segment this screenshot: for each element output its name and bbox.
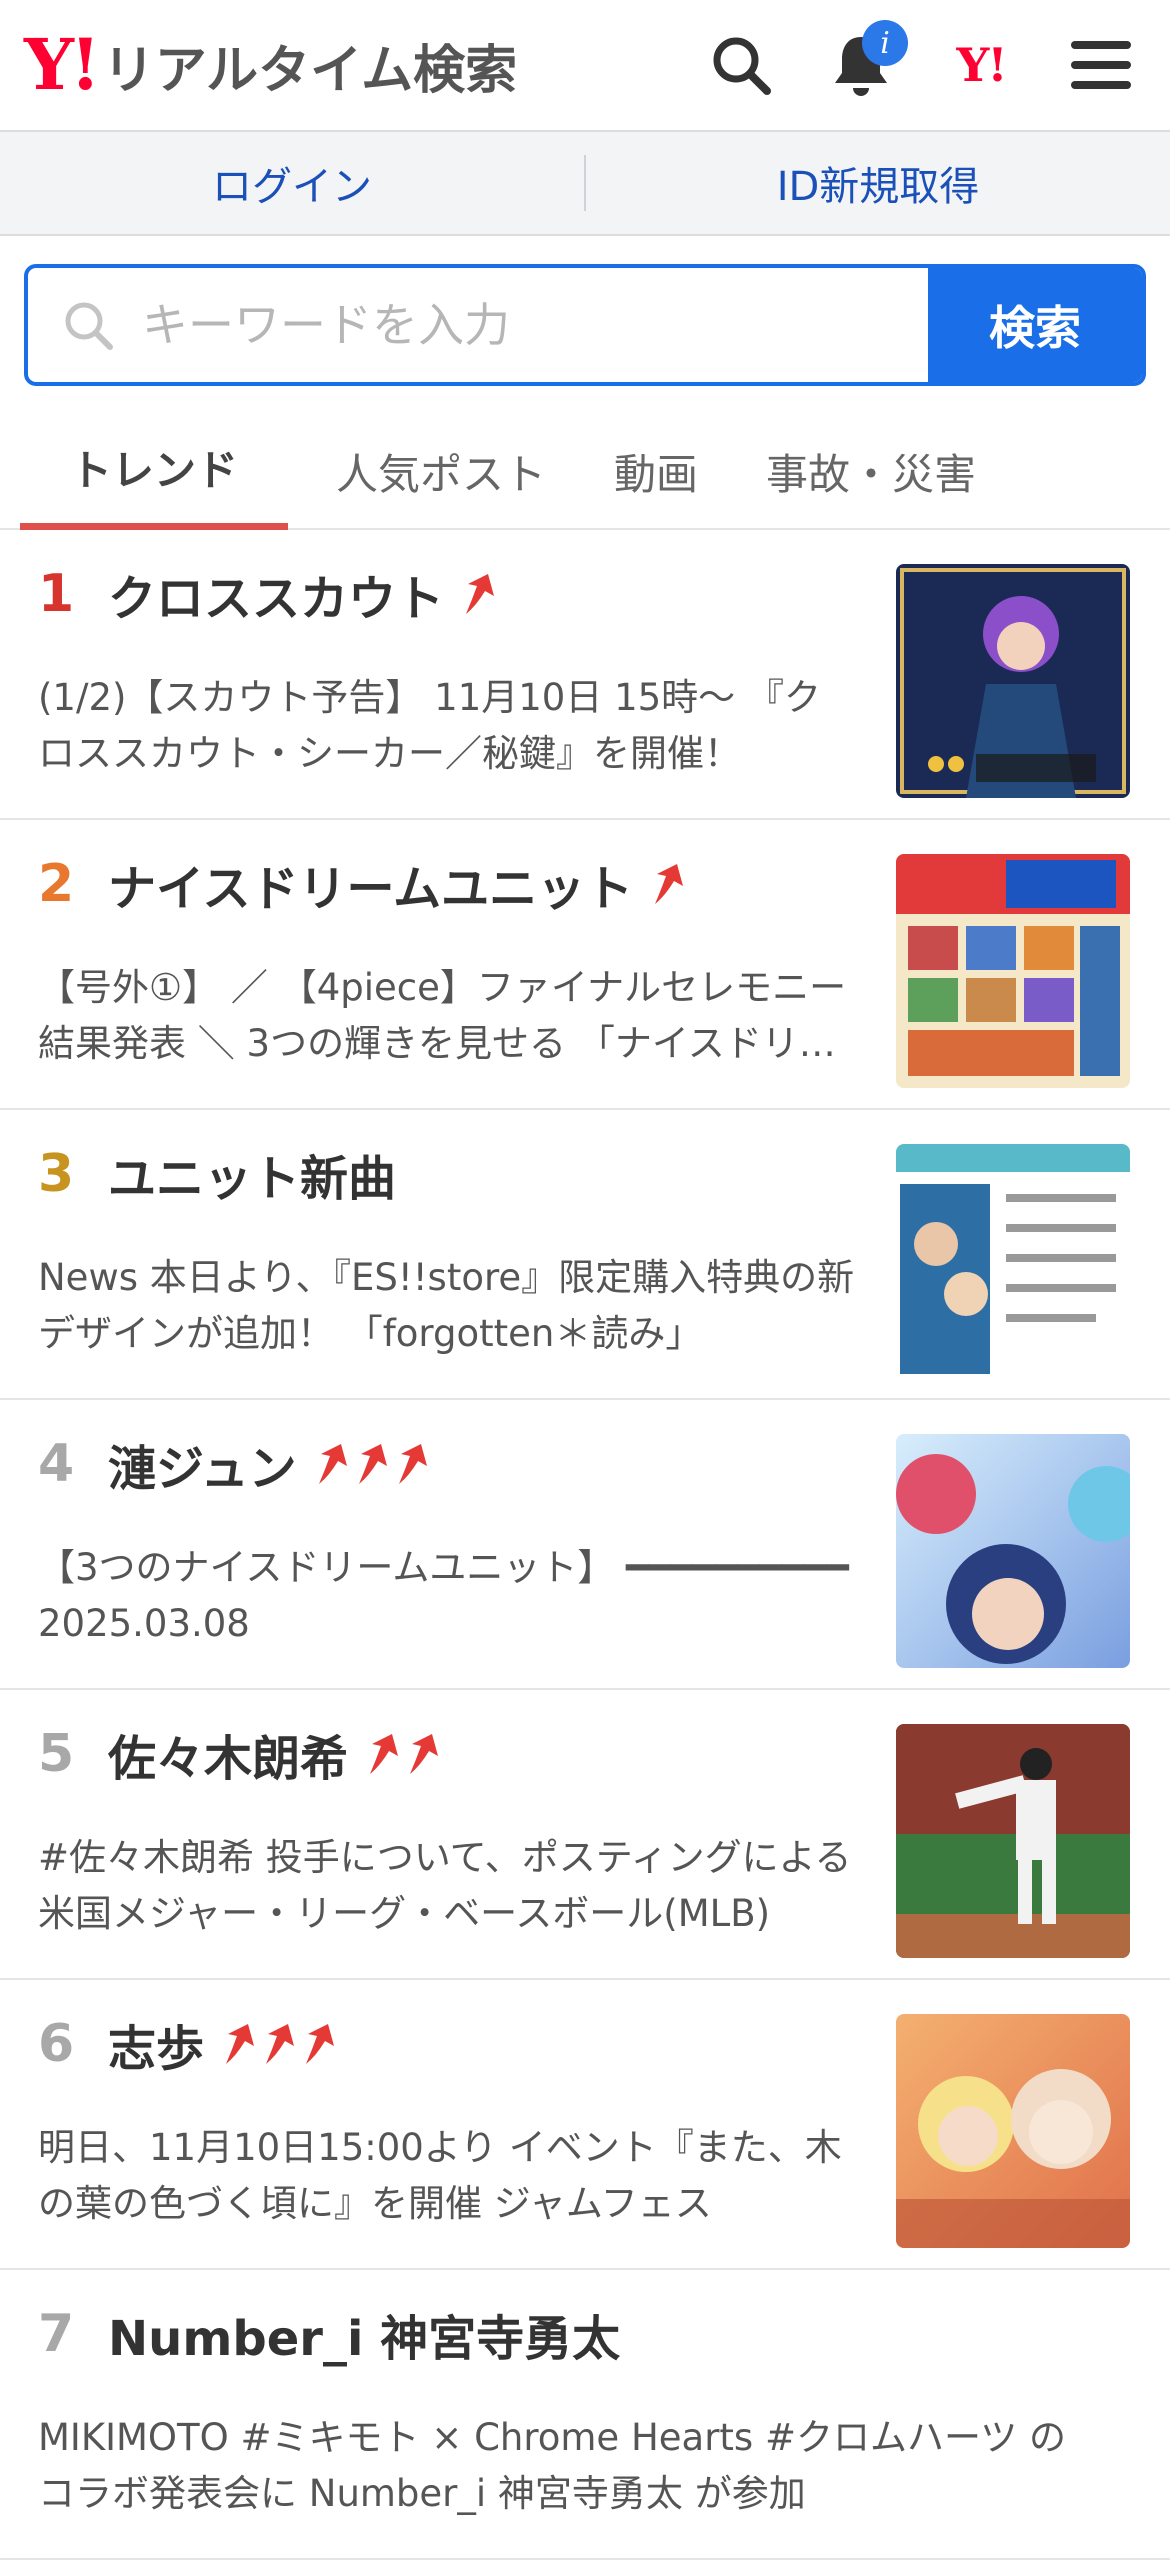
trend-thumbnail[interactable] [896, 564, 1130, 798]
trend-item[interactable]: 4 漣ジュン【3つのナイスドリームユニット】 ━━━━━━━━━━ 2025.03… [0, 1400, 1170, 1690]
yahoo-top-icon[interactable]: Y! [946, 30, 1016, 100]
trend-keyword[interactable]: 漣ジュン [108, 1429, 297, 1499]
trend-item[interactable]: 3 ユニット新曲 News 本日より、『ES!!store』限定購入特典の新デザイン… [0, 1110, 1170, 1400]
tab-video[interactable]: 動画 [594, 412, 718, 530]
trend-description: (1/2)【スカウト予告】 11月10日 15時～ 『クロススカウト・シーカー／… [38, 676, 821, 775]
trend-rank: 2 [38, 854, 75, 914]
trend-thumbnail[interactable] [896, 1434, 1130, 1668]
logo-text: リアルタイム検索 [102, 40, 518, 101]
trend-up-arrows-icon [218, 2022, 336, 2066]
trend-thumbnail[interactable] [896, 2014, 1130, 2248]
login-bar: ログイン ID新規取得 [0, 132, 1170, 236]
trend-description: #佐々木朗希 投手について、ポスティングによる米国メジャー・リーグ・ベースボール… [38, 1836, 852, 1935]
trend-description: 明日、11月10日15:00より イベント『また、木の葉の色づく頃に』を開催 ジ… [38, 2126, 842, 2225]
search-icon[interactable] [706, 30, 776, 100]
trend-description: MIKIMOTO #ミキモト × Chrome Hearts #クロムハーツ の… [38, 2416, 1066, 2515]
trend-keyword[interactable]: クロススカウト [108, 559, 444, 629]
trend-rank: 5 [38, 1724, 75, 1784]
search-button[interactable]: 検索 [928, 268, 1142, 382]
trend-rank: 6 [38, 2014, 75, 2074]
yahoo-logo-mark: Y! [24, 23, 101, 106]
notification-badge: i [862, 20, 908, 66]
search-input[interactable] [140, 297, 928, 353]
trend-item[interactable]: 1 クロススカウト (1/2)【スカウト予告】 11月10日 15時～ 『クロススカ… [0, 530, 1170, 820]
trend-thumbnail[interactable] [896, 1144, 1130, 1378]
search-box: 検索 [24, 264, 1146, 386]
trend-keyword[interactable]: ユニット新曲 [108, 1139, 396, 1209]
trend-keyword[interactable]: Number_i 神宮寺勇太 [108, 2299, 620, 2369]
search-field-icon [65, 302, 113, 350]
trend-rank: 3 [38, 1144, 75, 1204]
trend-description: News 本日より、『ES!!store』限定購入特典の新デザインが追加！ 「f… [38, 1256, 855, 1355]
trend-item[interactable]: 5 佐々木朗希 #佐々木朗希 投手について、ポスティングによる米国メジャー・リーグ・… [0, 1690, 1170, 1980]
trend-rank: 4 [38, 1434, 75, 1494]
login-link[interactable]: ログイン [0, 154, 584, 212]
trend-keyword[interactable]: 志歩 [108, 2009, 204, 2079]
trend-up-arrows-icon [311, 1442, 429, 1486]
trend-thumbnail[interactable] [896, 1724, 1130, 1958]
trend-keyword[interactable]: ナイスドリームユニット [108, 849, 633, 919]
app-header: Y! リアルタイム検索 i Y! [0, 0, 1170, 132]
tab-trend[interactable]: トレンド [20, 412, 288, 530]
trend-list: 1 クロススカウト (1/2)【スカウト予告】 11月10日 15時～ 『クロススカ… [0, 530, 1170, 2560]
notification-bell-icon[interactable]: i [826, 20, 908, 100]
register-link[interactable]: ID新規取得 [586, 154, 1170, 212]
category-tabs: トレンド 人気ポスト 動画 事故・災害 [0, 412, 1170, 530]
tab-popular-posts[interactable]: 人気ポスト [316, 412, 566, 530]
trend-keyword[interactable]: 佐々木朗希 [108, 1719, 348, 1789]
trend-up-arrows-icon [647, 862, 685, 906]
trend-item[interactable]: 2 ナイスドリームユニット【号外①】 ／ 【4piece】ファイナルセレモニー結果… [0, 820, 1170, 1110]
menu-icon[interactable] [1066, 30, 1136, 100]
trend-rank: 1 [38, 564, 75, 624]
trend-description: 【号外①】 ／ 【4piece】ファイナルセレモニー結果発表 ＼ 3つの輝きを見… [38, 966, 847, 1065]
trend-rank: 7 [38, 2304, 75, 2364]
trend-item[interactable]: 6 志歩明日、11月10日15:00より イベント『また、木の葉の色づく頃に』を開… [0, 1980, 1170, 2270]
trend-thumbnail[interactable] [896, 854, 1130, 1088]
tab-accident-disaster[interactable]: 事故・災害 [746, 412, 996, 530]
trend-description: 【3つのナイスドリームユニット】 ━━━━━━━━━━ 2025.03.08 [38, 1546, 849, 1645]
trend-up-arrows-icon [362, 1732, 440, 1776]
trend-item[interactable]: 7 Number_i 神宮寺勇太 MIKIMOTO #ミキモト × Chrome H… [0, 2270, 1170, 2560]
yahoo-realtime-logo[interactable]: Y! リアルタイム検索 [24, 28, 517, 103]
trend-up-arrows-icon [458, 572, 496, 616]
yahoo-small-mark: Y! [956, 38, 1007, 92]
